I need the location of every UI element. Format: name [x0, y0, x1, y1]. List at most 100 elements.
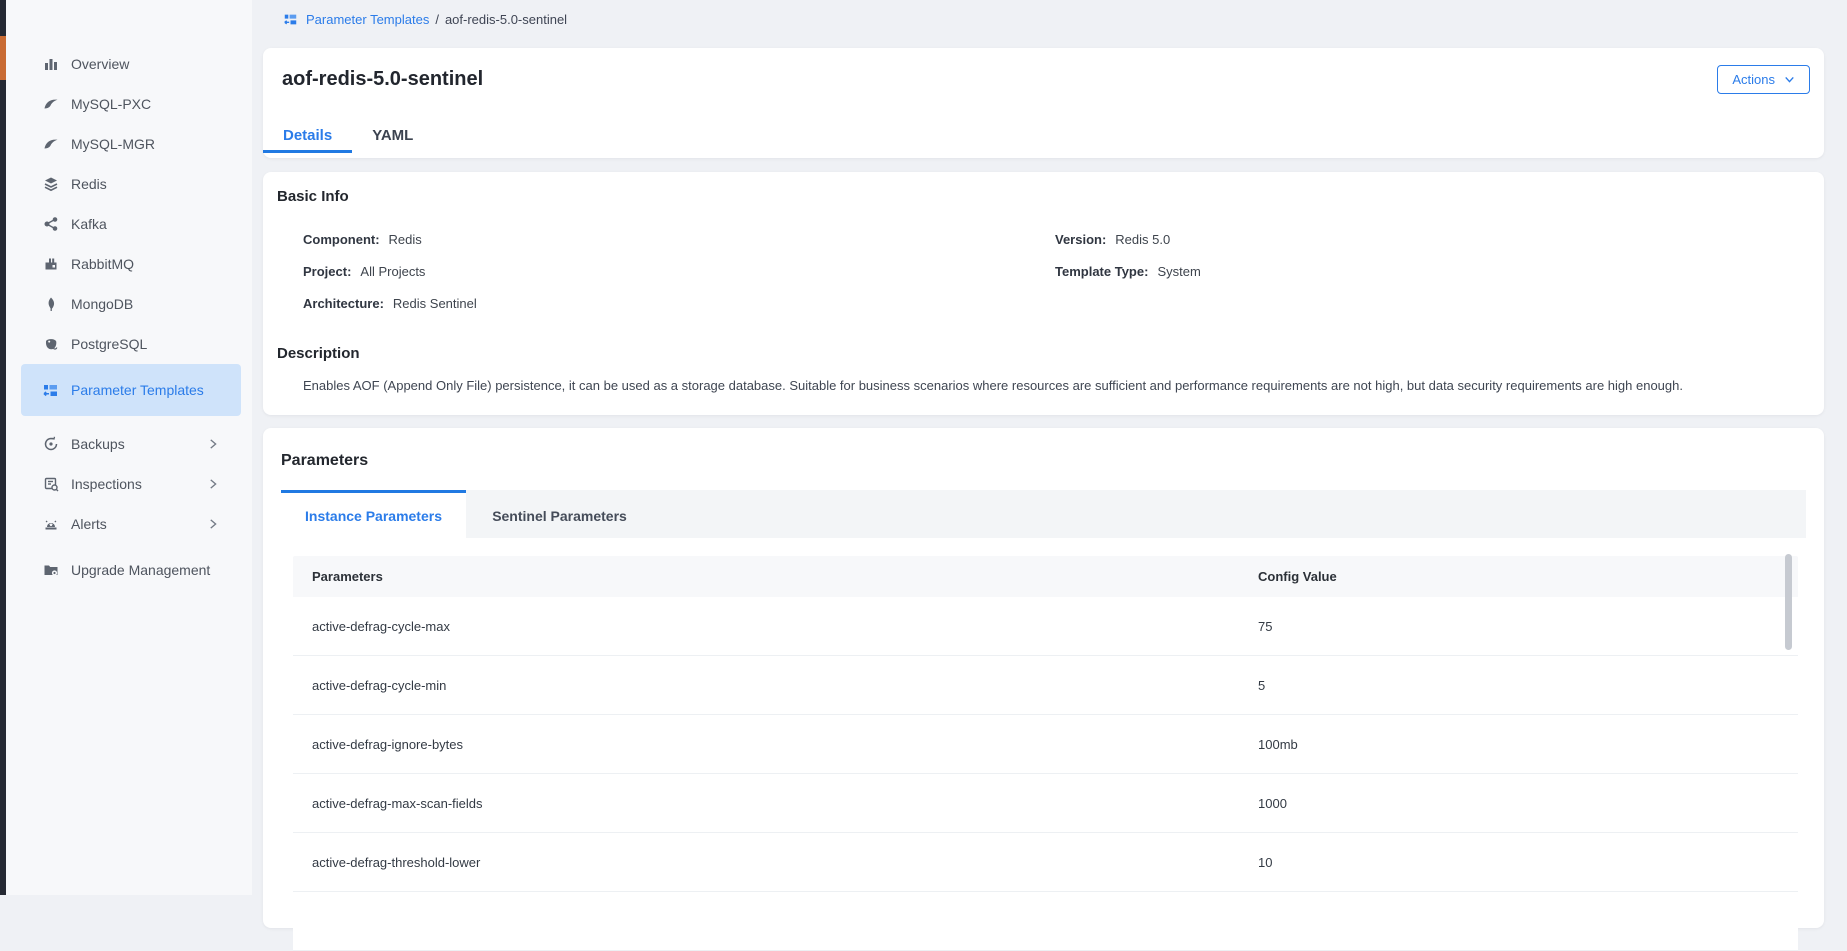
mysql-dolphin-icon [42, 96, 59, 113]
backup-restore-icon [42, 436, 59, 453]
breadcrumb-current: aof-redis-5.0-sentinel [445, 12, 567, 27]
sidebar-item-redis[interactable]: Redis [21, 164, 241, 204]
breadcrumb-root-link[interactable]: Parameter Templates [306, 12, 429, 27]
info-field-label: Project: [303, 264, 351, 279]
info-field-value: System [1157, 264, 1200, 279]
info-field-project: Project: All Projects [303, 255, 477, 287]
sidebar-item-upgrade-management[interactable]: Upgrade Management [21, 544, 241, 596]
sidebar-item-label: Upgrade Management [71, 561, 231, 580]
sidebar-item-label: Backups [71, 435, 207, 454]
page-title: aof-redis-5.0-sentinel [282, 68, 483, 91]
sidebar-item-label: MySQL-PXC [71, 95, 231, 114]
column-header-parameters: Parameters [293, 569, 1258, 584]
sidebar-item-label: Kafka [71, 215, 231, 234]
bar-chart-icon [42, 56, 59, 73]
description-text: Enables AOF (Append Only File) persisten… [303, 377, 1784, 395]
chevron-down-icon [1784, 74, 1795, 85]
alert-siren-icon [42, 516, 59, 533]
sidebar-item-rabbitmq[interactable]: RabbitMQ [21, 244, 241, 284]
actions-button[interactable]: Actions [1717, 65, 1810, 94]
column-header-config-value: Config Value [1258, 569, 1798, 584]
table-row[interactable] [293, 892, 1798, 951]
info-field-label: Architecture: [303, 296, 384, 311]
mongodb-leaf-icon [42, 296, 59, 313]
sidebar-item-inspections[interactable]: Inspections [21, 464, 241, 504]
basic-info-left-column: Component: Redis Project: All Projects A… [303, 223, 477, 319]
info-field-label: Component: [303, 232, 380, 247]
info-field-label: Version: [1055, 232, 1106, 247]
sidebar-item-alerts[interactable]: Alerts [21, 504, 241, 544]
info-field-value: Redis Sentinel [393, 296, 477, 311]
sidebar-item-mysql-mgr[interactable]: MySQL-MGR [21, 124, 241, 164]
sidebar-item-label: Alerts [71, 515, 207, 534]
sidebar-item-label: RabbitMQ [71, 255, 231, 274]
chevron-right-icon [207, 478, 219, 490]
tab-details[interactable]: Details [263, 120, 352, 153]
parameter-name: active-defrag-cycle-max [293, 619, 1258, 634]
dock-active-indicator [0, 36, 6, 80]
table-row[interactable]: active-defrag-threshold-lower 10 [293, 833, 1798, 892]
parameter-templates-icon [42, 382, 59, 399]
table-scrollbar[interactable] [1785, 554, 1792, 650]
parameter-name: active-defrag-cycle-min [293, 678, 1258, 693]
parameter-templates-icon [283, 12, 298, 27]
breadcrumb-separator: / [435, 12, 439, 27]
parameter-name: active-defrag-ignore-bytes [293, 737, 1258, 752]
table-header-row: Parameters Config Value [293, 556, 1798, 597]
info-field-architecture: Architecture: Redis Sentinel [303, 287, 477, 319]
parameter-value: 1000 [1258, 796, 1798, 811]
upgrade-folder-icon [42, 562, 59, 579]
detail-tabs: Details YAML [263, 120, 433, 153]
parameter-value: 100mb [1258, 737, 1798, 752]
parameters-title: Parameters [281, 452, 368, 470]
sidebar-item-postgresql[interactable]: PostgreSQL [21, 324, 241, 364]
table-row[interactable]: active-defrag-max-scan-fields 1000 [293, 774, 1798, 833]
sidebar-item-label: MongoDB [71, 295, 231, 314]
parameter-name: active-defrag-threshold-lower [293, 855, 1258, 870]
parameter-value: 10 [1258, 855, 1798, 870]
info-field-template-type: Template Type: System [1055, 255, 1201, 287]
tab-sentinel-parameters[interactable]: Sentinel Parameters [466, 490, 653, 538]
redis-stack-icon [42, 176, 59, 193]
sidebar-item-label: MySQL-MGR [71, 135, 231, 154]
sidebar-item-label: Overview [71, 55, 231, 74]
info-field-value: Redis [389, 232, 422, 247]
basic-info-card: Basic Info Component: Redis Project: All… [263, 172, 1824, 415]
rabbitmq-icon [42, 256, 59, 273]
sidebar-item-mysql-pxc[interactable]: MySQL-PXC [21, 84, 241, 124]
parameters-table: Parameters Config Value active-defrag-cy… [293, 556, 1798, 951]
sidebar-item-label: Parameter Templates [71, 381, 231, 400]
info-field-value: All Projects [360, 264, 425, 279]
info-field-value: Redis 5.0 [1115, 232, 1170, 247]
sidebar-item-mongodb[interactable]: MongoDB [21, 284, 241, 324]
tab-yaml[interactable]: YAML [352, 120, 433, 153]
basic-info-title: Basic Info [277, 188, 349, 205]
table-row[interactable]: active-defrag-cycle-max 75 [293, 597, 1798, 656]
description-title: Description [277, 345, 360, 362]
inspection-icon [42, 476, 59, 493]
sidebar-item-kafka[interactable]: Kafka [21, 204, 241, 244]
tab-instance-parameters[interactable]: Instance Parameters [281, 490, 466, 538]
info-field-version: Version: Redis 5.0 [1055, 223, 1201, 255]
sidebar: Overview MySQL-PXC MySQL-MGR Redis Kafka… [6, 0, 252, 895]
info-field-label: Template Type: [1055, 264, 1148, 279]
sidebar-item-label: Redis [71, 175, 231, 194]
parameters-tab-bar: Instance Parameters Sentinel Parameters [281, 490, 1806, 538]
mysql-dolphin-icon [42, 136, 59, 153]
sidebar-item-parameter-templates[interactable]: Parameter Templates [21, 364, 241, 416]
chevron-right-icon [207, 518, 219, 530]
basic-info-right-column: Version: Redis 5.0 Template Type: System [1055, 223, 1201, 287]
table-row[interactable]: active-defrag-cycle-min 5 [293, 656, 1798, 715]
parameter-value: 5 [1258, 678, 1798, 693]
sidebar-item-label: Inspections [71, 475, 207, 494]
sidebar-item-overview[interactable]: Overview [21, 44, 241, 84]
chevron-right-icon [207, 438, 219, 450]
info-field-component: Component: Redis [303, 223, 477, 255]
sidebar-item-backups[interactable]: Backups [21, 424, 241, 464]
actions-button-label: Actions [1732, 72, 1775, 87]
template-header-card: aof-redis-5.0-sentinel Actions Details Y… [263, 48, 1824, 158]
breadcrumb: Parameter Templates / aof-redis-5.0-sent… [283, 12, 567, 27]
table-row[interactable]: active-defrag-ignore-bytes 100mb [293, 715, 1798, 774]
kafka-nodes-icon [42, 216, 59, 233]
postgresql-elephant-icon [42, 336, 59, 353]
